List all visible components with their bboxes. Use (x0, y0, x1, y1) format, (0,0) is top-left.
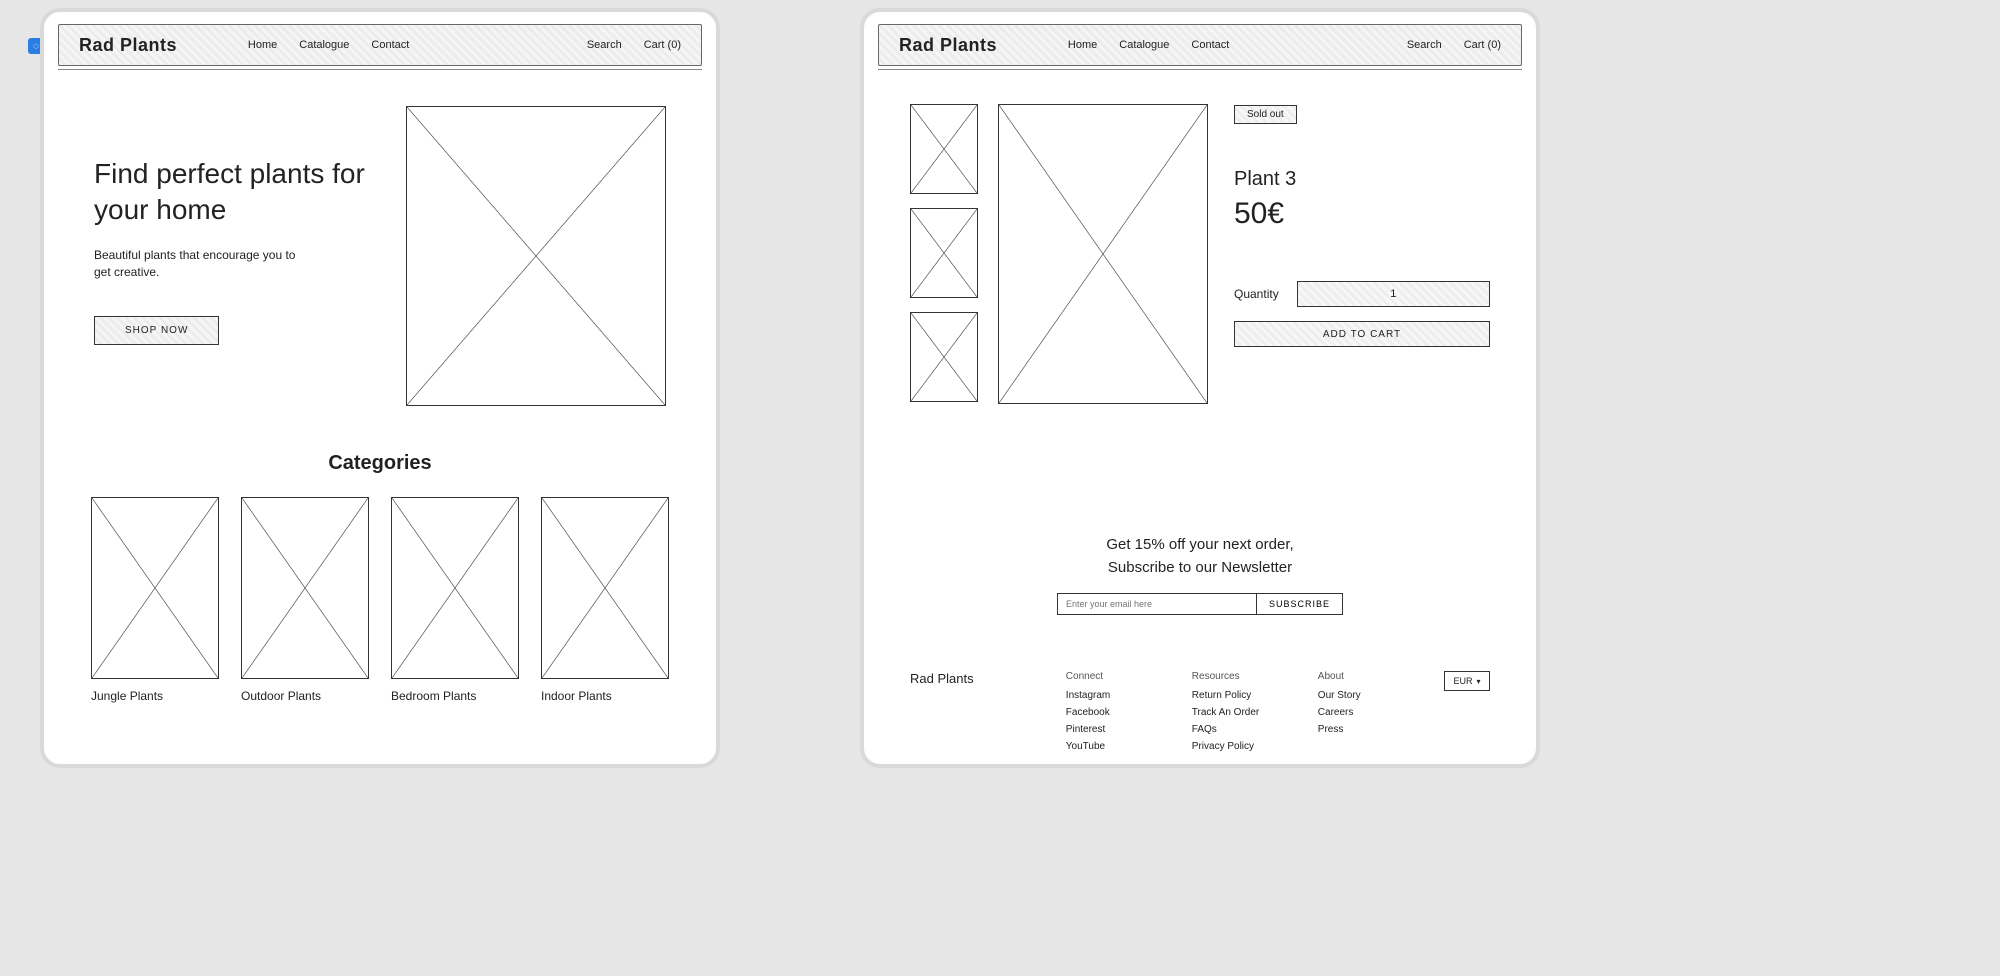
newsletter-line2: Subscribe to our Newsletter (1108, 559, 1292, 576)
nav-home[interactable]: Home (1068, 39, 1097, 51)
thumbnail-image[interactable] (910, 104, 978, 194)
footer-col-connect: Connect Instagram Facebook Pinterest You… (1066, 671, 1146, 752)
quantity-stepper[interactable]: 1 (1297, 281, 1490, 307)
categories-title: Categories (44, 452, 716, 475)
category-card[interactable]: Outdoor Plants (241, 497, 369, 703)
currency-select[interactable]: EUR ▾ (1444, 671, 1490, 691)
thumbnail-column (910, 104, 978, 404)
category-label: Jungle Plants (91, 689, 163, 703)
shop-now-button[interactable]: SHOP NOW (94, 316, 219, 345)
footer-link[interactable]: Track An Order (1192, 707, 1272, 718)
nav-search[interactable]: Search (587, 39, 622, 51)
newsletter-email-input[interactable] (1057, 593, 1257, 615)
category-image-placeholder (91, 497, 219, 679)
footer: Rad Plants Connect Instagram Facebook Pi… (864, 671, 1536, 752)
footer-head-connect: Connect (1066, 671, 1146, 682)
nav-catalogue[interactable]: Catalogue (1119, 39, 1169, 51)
product-name: Plant 3 (1234, 168, 1490, 191)
product-info: Sold out Plant 3 50€ Quantity 1 ADD TO C… (1228, 104, 1490, 404)
brand-logo[interactable]: Rad Plants (79, 35, 177, 56)
top-nav: Rad Plants Home Catalogue Contact Search… (58, 24, 702, 66)
nav-search[interactable]: Search (1407, 39, 1442, 51)
hero-image-placeholder (406, 106, 666, 406)
product-section: Sold out Plant 3 50€ Quantity 1 ADD TO C… (864, 70, 1536, 414)
product-price: 50€ (1234, 197, 1490, 231)
newsletter-line1: Get 15% off your next order, (1106, 536, 1293, 553)
product-main-image (998, 104, 1208, 404)
currency-value: EUR (1453, 676, 1472, 686)
quantity-label: Quantity (1234, 287, 1279, 301)
nav-home[interactable]: Home (248, 39, 277, 51)
category-image-placeholder (541, 497, 669, 679)
category-card[interactable]: Indoor Plants (541, 497, 669, 703)
category-image-placeholder (241, 497, 369, 679)
add-to-cart-button[interactable]: ADD TO CART (1234, 321, 1490, 347)
thumbnail-image[interactable] (910, 312, 978, 402)
nav-contact[interactable]: Contact (1191, 39, 1229, 51)
footer-head-about: About (1318, 671, 1398, 682)
chevron-down-icon: ▾ (1477, 677, 1481, 686)
footer-link[interactable]: Press (1318, 724, 1398, 735)
footer-link[interactable]: Return Policy (1192, 690, 1272, 701)
category-card[interactable]: Bedroom Plants (391, 497, 519, 703)
footer-brand: Rad Plants (910, 671, 974, 752)
footer-link[interactable]: Careers (1318, 707, 1398, 718)
footer-head-resources: Resources (1192, 671, 1272, 682)
footer-link[interactable]: YouTube (1066, 741, 1146, 752)
footer-link[interactable]: Instagram (1066, 690, 1146, 701)
nav-contact[interactable]: Contact (371, 39, 409, 51)
subscribe-button[interactable]: SUBSCRIBE (1257, 593, 1343, 615)
top-nav: Rad Plants Home Catalogue Contact Search… (878, 24, 1522, 66)
category-label: Bedroom Plants (391, 689, 476, 703)
category-label: Indoor Plants (541, 689, 612, 703)
newsletter-section: Get 15% off your next order, Subscribe t… (864, 534, 1536, 615)
hero-headline: Find perfect plants for your home (94, 156, 366, 229)
footer-link[interactable]: Facebook (1066, 707, 1146, 718)
footer-link[interactable]: Our Story (1318, 690, 1398, 701)
category-card[interactable]: Jungle Plants (91, 497, 219, 703)
hero-subtext: Beautiful plants that encourage you to g… (94, 247, 304, 281)
artboard-product: Rad Plants Home Catalogue Contact Search… (860, 8, 1540, 768)
nav-cart[interactable]: Cart (0) (1464, 39, 1501, 51)
artboard-home: Rad Plants Home Catalogue Contact Search… (40, 8, 720, 768)
hero-section: Find perfect plants for your home Beauti… (44, 70, 716, 426)
footer-col-about: About Our Story Careers Press (1318, 671, 1398, 752)
thumbnail-image[interactable] (910, 208, 978, 298)
nav-cart[interactable]: Cart (0) (644, 39, 681, 51)
category-label: Outdoor Plants (241, 689, 321, 703)
footer-col-resources: Resources Return Policy Track An Order F… (1192, 671, 1272, 752)
footer-link[interactable]: FAQs (1192, 724, 1272, 735)
category-image-placeholder (391, 497, 519, 679)
sold-out-badge: Sold out (1234, 105, 1297, 124)
brand-logo[interactable]: Rad Plants (899, 35, 997, 56)
nav-catalogue[interactable]: Catalogue (299, 39, 349, 51)
footer-link[interactable]: Privacy Policy (1192, 741, 1272, 752)
footer-link[interactable]: Pinterest (1066, 724, 1146, 735)
categories-section: Categories Jungle Plants Outdoor Plants … (44, 452, 716, 703)
